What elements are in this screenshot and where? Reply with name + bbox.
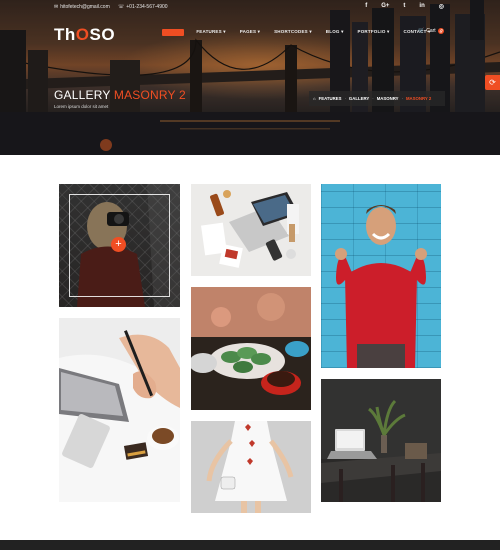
white-dress-image: [191, 421, 311, 513]
google-plus-icon[interactable]: G+: [381, 3, 389, 10]
nav-item-features-label: Features: [196, 29, 222, 34]
main-nav: Home Features ▾ Pages ▾ Shortcodes ▾ Blo…: [162, 29, 431, 36]
page-title-main: GALLERY: [54, 88, 111, 102]
envelope-icon: ✉: [54, 4, 59, 10]
email-contact[interactable]: ✉ hitofetech@gmail.com: [54, 4, 110, 10]
phone-contact[interactable]: ☏ +01-234-567-4900: [118, 4, 168, 10]
cart-label: Cart: [426, 28, 436, 34]
nav-item-home[interactable]: Home: [162, 29, 185, 36]
nav-item-shortcodes-label: Shortcodes: [274, 29, 308, 34]
page-title-highlight: MASONRY 2: [113, 88, 186, 102]
nav-item-pages-label: Pages: [239, 29, 257, 34]
settings-gear-icon[interactable]: ⟳: [485, 75, 500, 90]
chevron-down-icon: ▾: [387, 29, 390, 34]
breadcrumb-gallery[interactable]: Gallery: [349, 96, 369, 101]
gallery-tile-happy-man[interactable]: [321, 184, 441, 368]
writing-image: [59, 318, 180, 502]
gallery-tile-writing[interactable]: [59, 318, 180, 502]
chevron-down-icon: ▾: [341, 29, 344, 34]
logo-text-pre: Th: [54, 25, 76, 44]
page: ✉ hitofetech@gmail.com ☏ +01-234-567-490…: [0, 0, 500, 550]
laptop-desk-image: [191, 184, 311, 276]
site-logo[interactable]: ThOSO: [54, 25, 115, 45]
breadcrumb-current: Masonry 2: [405, 96, 432, 101]
chevron-down-icon: ▾: [257, 29, 261, 34]
phone-text: +01-234-567-4900: [126, 4, 168, 10]
breadcrumb: ⌂ Features · Gallery · Masonry · Masonry…: [309, 91, 445, 106]
instagram-icon[interactable]: ◎: [439, 3, 444, 10]
home-icon[interactable]: ⌂: [313, 96, 316, 101]
nav-item-shortcodes[interactable]: Shortcodes ▾: [274, 29, 312, 36]
hero-banner: ✉ hitofetech@gmail.com ☏ +01-234-567-490…: [0, 0, 500, 155]
macarons-image: [191, 287, 311, 410]
twitter-icon[interactable]: t: [403, 3, 405, 10]
breadcrumb-features[interactable]: Features: [319, 96, 342, 101]
email-text: hitofetech@gmail.com: [60, 4, 110, 10]
search-icon[interactable]: ⌕: [440, 28, 443, 35]
nav-item-portfolio[interactable]: Portfolio ▾: [358, 29, 390, 36]
zoom-plus-icon[interactable]: +: [111, 237, 126, 252]
workspace-image: [321, 379, 441, 502]
gallery-tile-photographer[interactable]: +: [59, 184, 180, 307]
happy-man-image: [335, 205, 427, 368]
chevron-down-icon: ▾: [223, 29, 226, 34]
nav-item-pages[interactable]: Pages ▾: [240, 29, 260, 36]
phone-icon: ☏: [118, 4, 125, 10]
nav-item-blog[interactable]: Blog ▾: [326, 29, 344, 36]
social-links: f G+ t in ◎: [365, 3, 444, 10]
breadcrumb-separator: ·: [372, 96, 374, 101]
top-bar: ✉ hitofetech@gmail.com ☏ +01-234-567-490…: [0, 0, 500, 16]
footer-strip: [0, 540, 500, 550]
breadcrumb-separator: ·: [344, 96, 346, 101]
gallery-tile-macarons[interactable]: [191, 287, 311, 410]
breadcrumb-separator: ·: [401, 96, 403, 101]
gallery-tile-white-dress[interactable]: [191, 421, 311, 513]
nav-item-features[interactable]: Features ▾: [196, 29, 225, 36]
nav-item-portfolio-label: Portfolio: [357, 29, 386, 34]
chevron-down-icon: ▾: [309, 29, 312, 34]
gallery-tile-workspace[interactable]: [321, 379, 441, 502]
logo-text-accent: O: [75, 25, 90, 44]
gallery-tile-laptop-desk[interactable]: [191, 184, 311, 276]
logo-text-post: SO: [89, 25, 116, 44]
page-subtitle: Lorem ipsum dolor sit amet: [54, 104, 109, 109]
cart-icon: 🛒: [418, 28, 425, 34]
page-title: GALLERY MASONRY 2: [54, 88, 186, 102]
breadcrumb-masonry[interactable]: Masonry: [377, 96, 399, 101]
facebook-icon[interactable]: f: [365, 3, 367, 10]
nav-item-blog-label: Blog: [325, 29, 340, 34]
linkedin-icon[interactable]: in: [419, 3, 424, 10]
